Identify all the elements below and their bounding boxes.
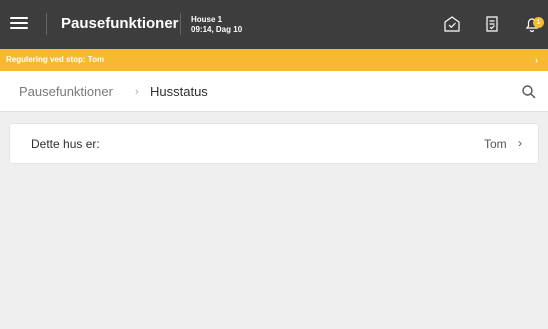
breadcrumb-separator-icon: › [135,86,139,98]
menu-icon[interactable] [10,16,28,30]
house-status-row[interactable]: Dette hus er: Tom › [9,123,539,164]
house-time: 09:14, Dag 10 [191,25,243,34]
alert-bar[interactable]: Regulering ved stop: Tom › [0,49,548,71]
divider [180,13,181,35]
top-bar: Pausefunktioner House 1 09:14, Dag 10 1 [0,0,548,49]
alert-chevron-icon: › [535,55,538,65]
house-info[interactable]: House 1 09:14, Dag 10 [191,15,242,35]
chevron-right-icon: › [518,136,522,150]
house-status-label: Dette hus er: [31,137,100,151]
search-icon[interactable] [521,84,537,100]
notification-badge: 1 [533,17,544,28]
app-title: Pausefunktioner [61,15,179,32]
house-name: House 1 [191,15,223,24]
page-title: Husstatus [150,84,208,99]
breadcrumb: Pausefunktioner › Husstatus [0,71,548,112]
house-status-value: Tom [484,137,507,151]
checklist-icon[interactable] [482,14,502,34]
divider [46,13,47,35]
alert-text: Regulering ved stop: Tom [6,55,105,64]
breadcrumb-root-link[interactable]: Pausefunktioner [19,84,113,100]
house-check-icon[interactable] [442,14,462,34]
